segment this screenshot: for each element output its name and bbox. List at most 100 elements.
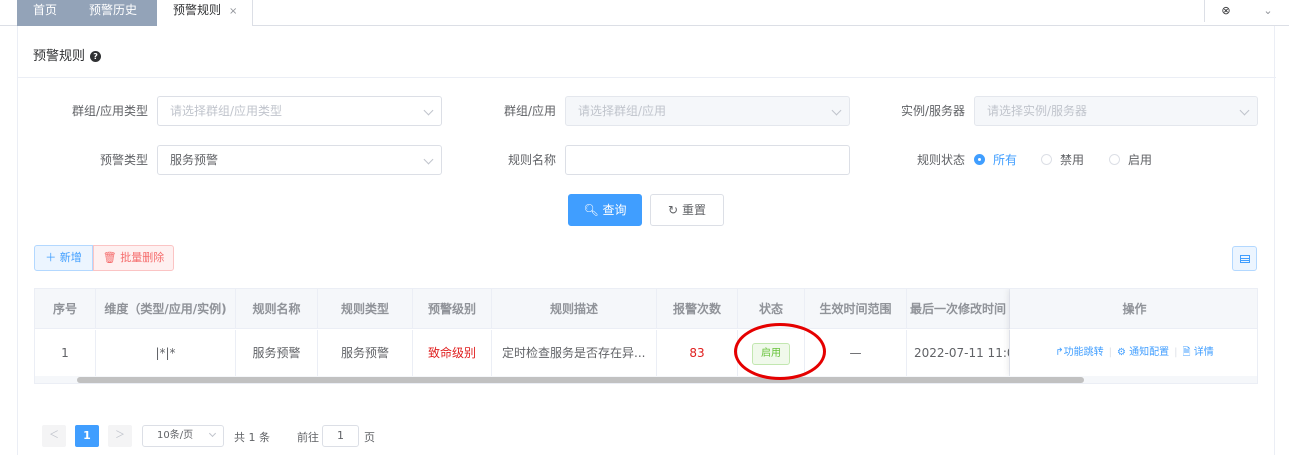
app-select[interactable]: 请选择群组/应用 [565, 96, 850, 126]
share-icon: ↱ [1055, 347, 1064, 358]
notify-config-label: 通知配置 [1129, 347, 1170, 358]
plus-icon: ＋ [45, 251, 57, 264]
radio-dot-icon [1041, 154, 1052, 165]
cell-index: 1 [35, 330, 96, 376]
rule-status-label: 规则状态 [916, 153, 965, 167]
add-button-label: 新增 [59, 251, 82, 264]
alert-type-value: 服务预警 [170, 153, 219, 167]
header-alarm-count: 报警次数 [657, 289, 738, 329]
rule-name-label: 规则名称 [507, 153, 556, 167]
next-page-button[interactable]: ＞ [108, 425, 132, 447]
radio-dot-icon [1109, 154, 1120, 165]
main-panel: 预警规则? 群组/应用类型 请选择群组/应用类型 群组/应用 请选择群组/应用 … [17, 26, 1276, 455]
page-title-text: 预警规则 [33, 49, 86, 64]
close-circle-icon[interactable]: ⊗ [1218, 3, 1234, 19]
add-button[interactable]: ＋ 新增 [34, 245, 93, 271]
jump-link[interactable]: ↱功能跳转 [1055, 347, 1103, 358]
header-rule-name: 规则名称 [236, 289, 318, 329]
total-count: 共 1 条 [234, 431, 270, 444]
chevron-down-icon [208, 429, 217, 438]
app-placeholder: 请选择群组/应用 [578, 104, 667, 118]
alert-type-label: 预警类型 [99, 153, 148, 167]
notify-config-link[interactable]: ⚙ 通知配置 [1117, 347, 1169, 358]
tab-tools: ⊗ ⌄ [1204, 0, 1289, 22]
app-type-placeholder: 请选择群组/应用类型 [170, 104, 283, 118]
goto-page-input[interactable]: 1 [322, 425, 359, 447]
radio-dot-icon [974, 154, 985, 165]
app-label: 群组/应用 [503, 104, 556, 118]
chevron-right-icon: ＞ [115, 430, 125, 441]
divider: | [1174, 347, 1178, 358]
tab-alert-rules[interactable]: 预警规则 × [157, 0, 253, 26]
scrollbar-thumb[interactable] [77, 377, 1084, 383]
detail-link-label: 详情 [1193, 347, 1214, 358]
cell-modified: 2022-07-11 11:02:3 [907, 330, 1010, 376]
header-time-range: 生效时间范围 [805, 289, 907, 329]
cell-alarm-count: 83 [657, 330, 738, 376]
cell-rule-type: 服务预警 [318, 330, 413, 376]
radio-enabled-label: 启用 [1128, 153, 1153, 167]
page-size-value: 10条/页 [157, 430, 194, 441]
header-dimension: 维度（类型/应用/实例) [96, 289, 236, 329]
operations-column: 操作 ↱功能跳转 | ⚙ 通知配置 | 🗎 详情 [1010, 289, 1257, 376]
prev-page-button[interactable]: ＜ [42, 425, 66, 447]
page-size-select[interactable]: 10条/页 [142, 425, 224, 447]
goto-suffix: 页 [364, 431, 375, 444]
cell-dimension: |*|* [96, 330, 236, 376]
reset-button-label: 重置 [681, 203, 706, 217]
highlight-circle [734, 323, 826, 380]
close-icon[interactable]: × [229, 6, 237, 17]
trash-icon: 🗑︎ [102, 251, 117, 264]
radio-enabled[interactable]: 启用 [1109, 151, 1152, 168]
divider [18, 77, 1276, 78]
alert-type-select[interactable]: 服务预警 [157, 145, 442, 175]
page-number-current[interactable]: 1 [75, 425, 99, 447]
rule-status-radio-group: 所有 禁用 启用 [974, 151, 1174, 167]
chevron-left-icon: ＜ [49, 430, 59, 441]
batch-delete-button[interactable]: 🗑︎ 批量删除 [93, 245, 174, 271]
chevron-down-icon [423, 105, 434, 116]
tab-bar: 首页 预警历史 预警规则 × ⊗ ⌄ [0, 0, 1289, 26]
question-circle-icon[interactable]: ? [90, 51, 102, 62]
operations-cell: ↱功能跳转 | ⚙ 通知配置 | 🗎 详情 [1010, 330, 1257, 376]
divider: | [1108, 347, 1112, 358]
tab-home[interactable]: 首页 [17, 0, 73, 26]
chevron-down-icon [1239, 105, 1250, 116]
tab-alert-history[interactable]: 预警历史 [73, 0, 157, 26]
cell-level: 致命级别 [413, 330, 492, 376]
goto-prefix: 前往 [297, 431, 319, 444]
page-title: 预警规则? [33, 45, 102, 64]
radio-all[interactable]: 所有 [974, 151, 1017, 168]
header-description: 规则描述 [492, 289, 657, 329]
instance-label: 实例/服务器 [900, 104, 965, 118]
chevron-down-icon[interactable]: ⌄ [1260, 3, 1276, 19]
app-type-select[interactable]: 请选择群组/应用类型 [157, 96, 442, 126]
query-button-label: 查询 [602, 203, 627, 217]
search-icon: 🔍︎ [583, 203, 599, 217]
tab-alert-rules-label: 预警规则 [173, 3, 222, 17]
cell-description: 定时检查服务是否存在异... [492, 330, 657, 376]
table-grid-icon [1240, 255, 1250, 263]
instance-placeholder: 请选择实例/服务器 [987, 104, 1088, 118]
document-icon: 🗎 [1182, 347, 1194, 358]
batch-delete-label: 批量删除 [120, 251, 165, 264]
reset-button[interactable]: ↻ 重置 [650, 194, 724, 226]
column-settings-button[interactable] [1232, 246, 1257, 271]
rules-table: 序号 维度（类型/应用/实例) 规则名称 规则类型 预警级别 规则描述 报警次数… [34, 288, 1258, 384]
header-modified: 最后一次修改时间 [907, 289, 1010, 329]
horizontal-scrollbar[interactable] [35, 376, 1257, 383]
rule-name-input[interactable] [565, 145, 850, 175]
jump-link-label: 功能跳转 [1063, 347, 1104, 358]
query-button[interactable]: 🔍︎ 查询 [568, 194, 642, 226]
chevron-down-icon [423, 154, 434, 165]
radio-disabled[interactable]: 禁用 [1041, 151, 1084, 168]
instance-select[interactable]: 请选择实例/服务器 [974, 96, 1258, 126]
detail-link[interactable]: 🗎 详情 [1183, 347, 1214, 358]
header-operations: 操作 [1010, 289, 1257, 329]
radio-disabled-label: 禁用 [1060, 153, 1085, 167]
app-type-label: 群组/应用类型 [71, 104, 148, 118]
radio-all-label: 所有 [993, 153, 1018, 167]
header-level: 预警级别 [413, 289, 492, 329]
cell-rule-name: 服务预警 [236, 330, 318, 376]
refresh-icon: ↻ [668, 203, 679, 217]
